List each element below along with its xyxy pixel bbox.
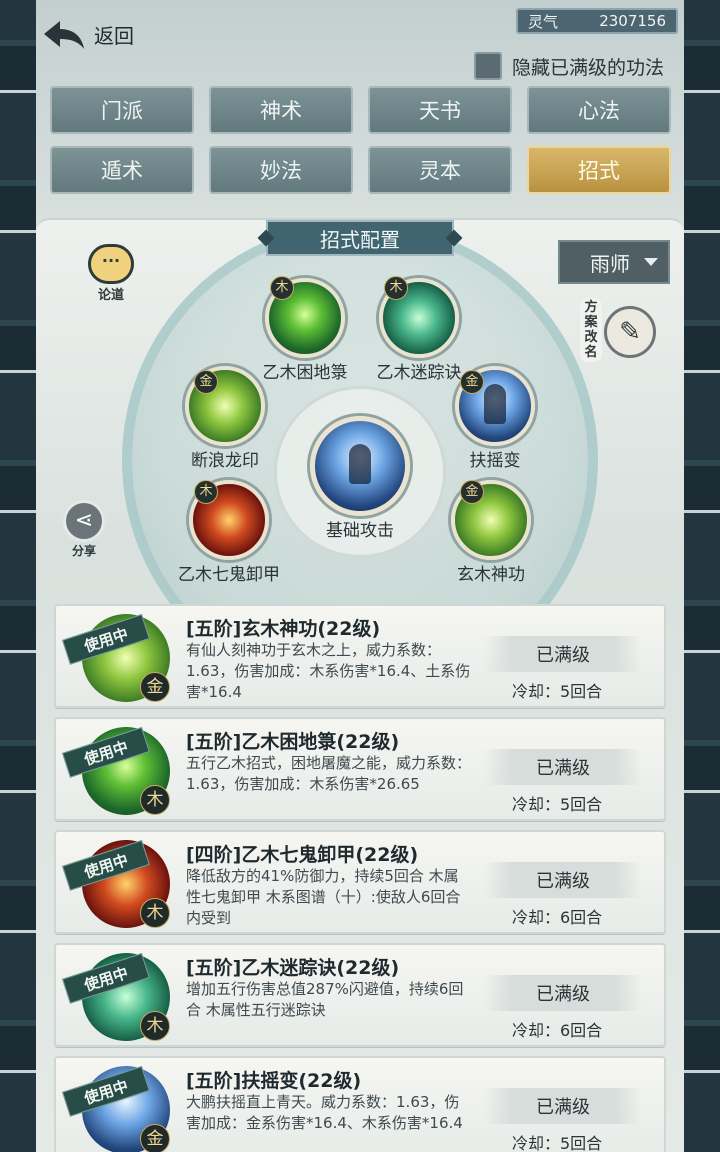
tab-shenshu[interactable]: 神术 [209,86,353,134]
element-badge: 金 [460,480,484,504]
element-badge: 木 [140,1011,170,1041]
wheel-skill-name: 玄木神功 [457,565,525,585]
panel-title: 招式配置 [266,220,454,256]
skill-card[interactable]: 木 使用中 [五阶]乙木困地箓(22级) 五行乙木招式，困地屠魔之能，威力系数：… [54,717,666,821]
element-badge: 金 [460,370,484,394]
skill-title: [五阶]乙木迷踪诀(22级) [186,957,400,979]
cooldown-text: 冷却：5回合 [512,1134,603,1152]
hide-maxed-toggle[interactable]: 隐藏已满级的功法 [474,52,664,80]
skill-title: [四阶]乙木七鬼卸甲(22级) [186,844,419,866]
element-badge: 木 [140,785,170,815]
rename-plan-button[interactable]: 方案改名 ✎ [576,294,660,370]
element-badge: 金 [140,672,170,702]
rename-plan-label: 方案改名 [580,298,602,362]
skill-description: 有仙人刻神功于玄木之上，威力系数：1.63，伤害加成：木系伤害*16.4、土系伤… [186,641,471,701]
discuss-button[interactable]: ··· 论道 [86,244,136,314]
plan-dropdown-value: 雨师 [590,251,630,276]
cooldown-text: 冷却：6回合 [512,908,603,927]
currency-label: 灵气 [528,12,559,31]
wheel-skill-name: 乙木七鬼卸甲 [178,565,280,585]
skill-card[interactable]: 木 使用中 [四阶]乙木七鬼卸甲(22级) 降低敌方的41%防御力，持续5回合 … [54,830,666,934]
hide-maxed-checkbox[interactable] [474,52,502,80]
skill-description: 大鹏扶摇直上青天。威力系数：1.63，伤害加成：金系伤害*16.4、木系伤害*1… [186,1093,463,1132]
max-level-button[interactable]: 已满级 [484,636,642,672]
skill-description: 降低敌方的41%防御力，持续5回合 木属性七鬼卸甲 木系图谱（十）:使敌人6回合… [186,867,461,927]
skill-title: [五阶]玄木神功(22级) [186,618,381,640]
wheel-skill-name: 扶摇变 [469,451,521,471]
element-badge: 木 [194,480,218,504]
max-level-button[interactable]: 已满级 [484,749,642,785]
tab-lingben[interactable]: 灵本 [368,146,512,194]
max-level-button[interactable]: 已满级 [484,862,642,898]
skill-title: [五阶]乙木困地箓(22级) [186,731,400,753]
share-icon: ⋖ [63,500,105,542]
cooldown-text: 冷却：5回合 [512,795,603,814]
element-badge: 木 [384,276,408,300]
tab-tianshu[interactable]: 天书 [368,86,512,134]
wheel-skill-6[interactable]: 金 玄木神功 [426,480,556,585]
element-badge: 金 [194,370,218,394]
cooldown-text: 冷却：5回合 [512,682,603,701]
back-arrow-icon [44,21,84,49]
skill-card[interactable]: 金 使用中 [五阶]玄木神功(22级) 有仙人刻神功于玄木之上，威力系数：1.6… [54,604,666,708]
cooldown-text: 冷却：6回合 [512,1021,603,1040]
currency-value: 2307156 [599,12,666,30]
tab-xinfa[interactable]: 心法 [527,86,671,134]
skill-config-panel: 招式配置 ··· 论道 ⋖ 分享 雨师 方案改名 ✎ 木 乙木困地箓 木 乙木迷… [36,218,684,1152]
skill-card[interactable]: 金 使用中 [五阶]扶摇变(22级) 大鹏扶摇直上青天。威力系数：1.63，伤害… [54,1056,666,1152]
back-label: 返回 [94,23,134,48]
wheel-basic-attack[interactable]: 基础攻击 [295,416,425,541]
element-badge: 金 [140,1124,170,1152]
skill-description: 增加五行伤害总值287%闪避值，持续6回合 木属性五行迷踪诀 [186,980,464,1019]
element-badge: 木 [270,276,294,300]
wheel-skill-4[interactable]: 金 扶摇变 [430,366,560,471]
currency-display: 灵气 2307156 [516,8,678,34]
element-badge: 木 [140,898,170,928]
wheel-skill-3[interactable]: 金 断浪龙印 [160,366,290,471]
tab-zhaoshi[interactable]: 招式 [527,146,671,194]
wheel-skill-5[interactable]: 木 乙木七鬼卸甲 [164,480,294,585]
skill-description: 五行乙木招式，困地屠魔之能，威力系数：1.63，伤害加成：木系伤害*26.65 [186,754,472,793]
max-level-button[interactable]: 已满级 [484,975,642,1011]
skill-title: [五阶]扶摇变(22级) [186,1070,362,1092]
hide-maxed-label: 隐藏已满级的功法 [512,56,665,79]
share-label: 分享 [71,544,96,558]
plan-dropdown[interactable]: 雨师 [558,240,670,284]
tab-dunshu[interactable]: 遁术 [50,146,194,194]
share-button[interactable]: ⋖ 分享 [60,500,108,558]
basic-attack-icon [310,416,410,516]
category-tabs: 门派 神术 天书 心法 遁术 妙法 灵本 招式 [50,86,671,194]
skill-card[interactable]: 木 使用中 [五阶]乙木迷踪诀(22级) 增加五行伤害总值287%闪避值，持续6… [54,943,666,1047]
max-level-button[interactable]: 已满级 [484,1088,642,1124]
chat-bubble-icon: ··· [88,244,134,284]
right-border-decoration [684,0,720,1152]
wheel-skill-name: 基础攻击 [326,521,394,541]
left-border-decoration [0,0,36,1152]
screen: 返回 灵气 2307156 隐藏已满级的功法 门派 神术 天书 心法 遁术 妙法… [36,0,684,1152]
discuss-label: 论道 [97,288,124,303]
tab-menpai[interactable]: 门派 [50,86,194,134]
tab-miaofa[interactable]: 妙法 [209,146,353,194]
edit-note-icon: ✎ [604,306,656,358]
back-button[interactable]: 返回 [42,14,162,54]
wheel-skill-name: 断浪龙印 [191,451,259,471]
caret-down-icon [644,258,658,266]
